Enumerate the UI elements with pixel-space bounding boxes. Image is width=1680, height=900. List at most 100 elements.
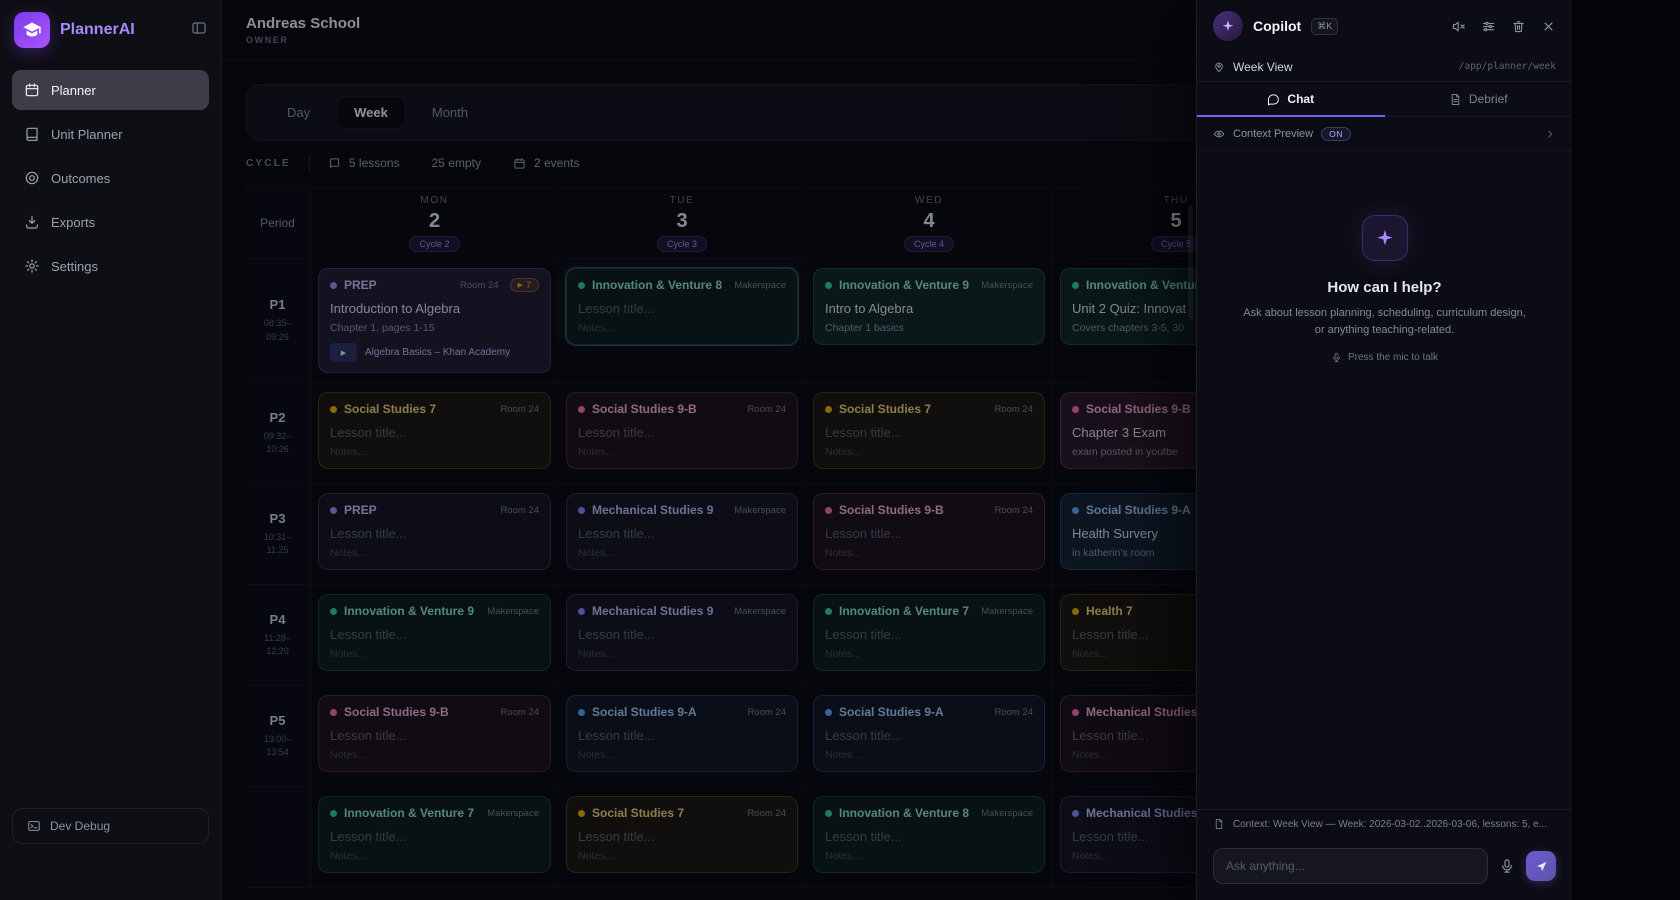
send-button[interactable]	[1526, 851, 1556, 881]
sidebar-item-planner[interactable]: Planner	[12, 70, 209, 110]
period-id: P3	[270, 511, 286, 526]
mic-hint: Press the mic to talk	[1331, 352, 1438, 363]
debrief-icon	[1449, 93, 1462, 106]
lesson-card[interactable]: PREPRoom 24Lesson title...Notes...	[318, 493, 551, 570]
subject-label: Innovation & Venture 9	[839, 278, 974, 292]
subject-dot	[330, 507, 337, 514]
copilot-input[interactable]	[1213, 848, 1488, 884]
copilot-settings-button[interactable]	[1481, 19, 1496, 34]
room-label: Room 24	[994, 404, 1033, 415]
room-label: Room 24	[500, 404, 539, 415]
divider	[309, 155, 310, 171]
subject-label: Innovation & Venture 7	[839, 604, 974, 618]
lesson-card[interactable]: Social Studies 9-BRoom 24Lesson title...…	[318, 695, 551, 772]
subject-label: Mechanical Studies 9	[592, 503, 727, 517]
scrollbar-thumb[interactable]	[1188, 205, 1193, 320]
room-label: Makerspace	[981, 606, 1033, 617]
lesson-card[interactable]: Mechanical Studies 9MakerspaceLesson tit…	[566, 493, 798, 570]
sidebar-item-settings[interactable]: Settings	[12, 246, 209, 286]
dev-debug-icon	[27, 819, 41, 833]
context-preview-row[interactable]: Context Preview ON	[1197, 117, 1572, 151]
lesson-card[interactable]: Innovation & Venture 9MakerspaceLesson t…	[318, 594, 551, 671]
video-link[interactable]: ▶Algebra Basics – Khan Academy	[330, 343, 539, 362]
subject-dot	[1072, 282, 1079, 289]
room-label: Makerspace	[487, 808, 539, 819]
subject-dot	[330, 406, 337, 413]
lesson-title: Lesson title...	[578, 627, 786, 642]
clear-chat-button[interactable]	[1511, 19, 1526, 34]
subject-dot	[825, 507, 832, 514]
sidebar-item-outcomes[interactable]: Outcomes	[12, 158, 209, 198]
period-time: 09:32–10:26	[264, 430, 292, 456]
close-copilot-button[interactable]	[1541, 19, 1556, 34]
lesson-notes: Notes...	[330, 648, 539, 660]
lesson-card[interactable]: Social Studies 7Room 24Lesson title...No…	[566, 796, 798, 873]
cycle-badge: Cycle 5	[1151, 236, 1201, 252]
sidebar-collapse-button[interactable]	[191, 20, 207, 41]
subject-dot	[825, 709, 832, 716]
lessons-icon	[328, 157, 341, 170]
lesson-card[interactable]: Social Studies 9-ARoom 24Lesson title...…	[813, 695, 1045, 772]
period-label: P2 09:32–10:26	[245, 383, 311, 483]
send-icon	[1535, 860, 1548, 873]
lesson-card[interactable]: Innovation & Venture 8MakerspaceLesson t…	[566, 268, 798, 345]
room-label: Room 24	[500, 707, 539, 718]
subject-dot	[578, 810, 585, 817]
room-label: Room 24	[747, 404, 786, 415]
lesson-title: Lesson title...	[330, 526, 539, 541]
planner-ai-logo	[14, 12, 50, 48]
lesson-card[interactable]: Innovation & Venture 8MakerspaceLesson t…	[813, 796, 1045, 873]
period-column-header: Period	[245, 188, 311, 258]
subject-dot	[330, 810, 337, 817]
lesson-card[interactable]: Social Studies 7Room 24Lesson title...No…	[813, 392, 1045, 469]
calendar-icon	[24, 82, 40, 98]
subject-label: Innovation & Venture 9	[344, 604, 480, 618]
play-icon: ▶	[518, 282, 523, 289]
day-header-wed[interactable]: WED4Cycle 4	[805, 188, 1052, 258]
view-tab-week[interactable]: Week	[336, 96, 406, 129]
lesson-notes: Notes...	[330, 749, 539, 761]
view-tab-day[interactable]: Day	[269, 96, 328, 129]
subject-dot	[330, 282, 337, 289]
lesson-card[interactable]: Mechanical Studies 9MakerspaceLesson tit…	[566, 594, 798, 671]
mic-button[interactable]	[1499, 858, 1515, 874]
day-header-mon[interactable]: MON2Cycle 2	[311, 188, 558, 258]
lesson-notes: Notes...	[330, 446, 539, 458]
lesson-card[interactable]: Social Studies 9-BRoom 24Lesson title...…	[566, 392, 798, 469]
day-header-tue[interactable]: TUE3Cycle 3	[558, 188, 805, 258]
period-label: P411:28–12:20	[245, 585, 311, 685]
sidebar-item-exports[interactable]: Exports	[12, 202, 209, 242]
eye-icon	[1213, 128, 1225, 140]
lesson-title: Lesson title...	[578, 728, 786, 743]
school-name: Andreas School	[246, 15, 360, 32]
subject-label: PREP	[344, 278, 453, 292]
lesson-card[interactable]: Innovation & Venture 9MakerspaceIntro to…	[813, 268, 1045, 345]
view-tab-month[interactable]: Month	[414, 96, 486, 129]
subject-label: Innovation & Venture 8	[592, 278, 727, 292]
period-id: P2	[270, 410, 286, 425]
tab-chat[interactable]: Chat	[1197, 82, 1385, 116]
subject-label: Social Studies 9-B	[839, 503, 987, 517]
subject-dot	[578, 507, 585, 514]
day-of-week: THU	[1163, 195, 1188, 206]
lesson-title: Lesson title...	[330, 627, 539, 642]
tab-debrief[interactable]: Debrief	[1385, 82, 1573, 116]
lesson-title: Lesson title...	[825, 425, 1033, 440]
lesson-card[interactable]: Innovation & Venture 7MakerspaceLesson t…	[813, 594, 1045, 671]
day-of-week: TUE	[670, 195, 695, 206]
lesson-card[interactable]: Social Studies 7Room 24Lesson title...No…	[318, 392, 551, 469]
lesson-card[interactable]: Innovation & Venture 7MakerspaceLesson t…	[318, 796, 551, 873]
lesson-card[interactable]: Social Studies 9-BRoom 24Lesson title...…	[813, 493, 1045, 570]
context-footer: Context: Week View — Week: 2026-03-02..2…	[1197, 809, 1572, 838]
sidebar-item-unit-planner[interactable]: Unit Planner	[12, 114, 209, 154]
lesson-card[interactable]: PREPRoom 24▶7Introduction to AlgebraChap…	[318, 268, 551, 373]
brand: PlannerAI	[0, 0, 221, 60]
mute-button[interactable]	[1451, 19, 1466, 34]
period-label: P310:31–11:25	[245, 484, 311, 584]
events-count: 2 events	[513, 156, 579, 170]
dev-debug-button[interactable]: Dev Debug	[12, 808, 209, 844]
lessons-count: 5 lessons	[328, 156, 400, 170]
lesson-card[interactable]: Social Studies 9-ARoom 24Lesson title...…	[566, 695, 798, 772]
role-badge: OWNER	[246, 35, 360, 45]
period-id: P1	[270, 297, 286, 312]
